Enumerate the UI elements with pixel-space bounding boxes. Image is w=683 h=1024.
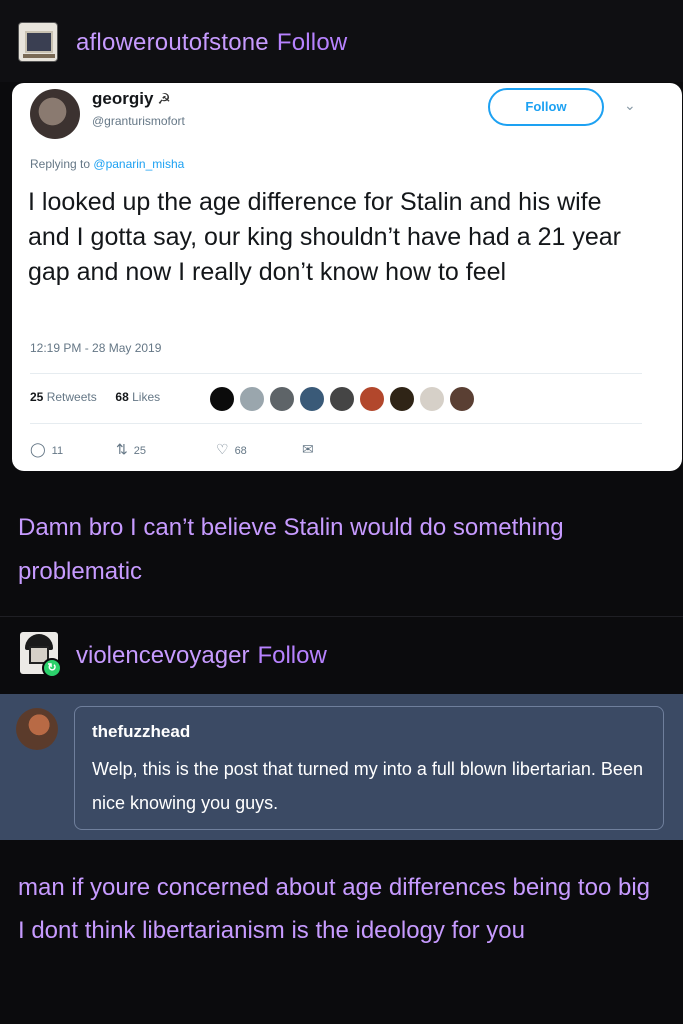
- blog-username-line: afloweroutofstone Follow: [76, 29, 347, 57]
- reply-mention-link[interactable]: @panarin_misha: [93, 157, 184, 171]
- retweet-count: 25: [133, 445, 146, 457]
- reblogger-username-line: violencevoyager Follow: [76, 642, 327, 670]
- blog-avatar[interactable]: [18, 22, 58, 62]
- divider: [0, 616, 683, 617]
- like-action[interactable]: ♡ 68: [216, 441, 247, 458]
- tweet-handle[interactable]: @granturismofort: [92, 114, 185, 128]
- chevron-down-icon[interactable]: ⌄: [624, 97, 636, 114]
- blog-username[interactable]: afloweroutofstone: [76, 29, 269, 56]
- liker-avatar[interactable]: [418, 385, 446, 413]
- replying-to-label: Replying to: [30, 157, 91, 171]
- divider: [30, 373, 642, 374]
- follow-link[interactable]: Follow: [277, 29, 348, 56]
- tweet-text: I looked up the age difference for Stali…: [28, 188, 621, 286]
- tweet-card: georgiy ☭ @granturismofort Follow ⌄ Reply…: [12, 83, 682, 471]
- tweet-stats: 25 Retweets 68 Likes: [30, 390, 160, 404]
- retweet-action[interactable]: ⇅ 25: [116, 441, 146, 458]
- retweet-icon: ⇅: [116, 441, 128, 457]
- mail-icon: ✉: [302, 441, 314, 457]
- reblogger-username[interactable]: violencevoyager: [76, 642, 249, 669]
- replying-to-line: Replying to @panarin_misha: [30, 157, 184, 171]
- post-header: afloweroutofstone Follow: [0, 0, 683, 82]
- reply-icon: ◯: [30, 441, 46, 457]
- divider: [30, 423, 642, 424]
- likes-label[interactable]: Likes: [132, 390, 160, 404]
- tweet-display-name[interactable]: georgiy: [92, 89, 153, 108]
- liker-avatar[interactable]: [448, 385, 476, 413]
- liker-avatar[interactable]: [298, 385, 326, 413]
- reply-count: 11: [51, 445, 64, 457]
- liker-avatar[interactable]: [358, 385, 386, 413]
- post-caption: Damn bro I can’t believe Stalin would do…: [18, 514, 564, 585]
- liker-avatar[interactable]: [238, 385, 266, 413]
- liker-avatar[interactable]: [268, 385, 296, 413]
- quoted-username[interactable]: thefuzzhead: [92, 722, 190, 742]
- liker-avatar[interactable]: [388, 385, 416, 413]
- reblog-icon: ↻: [42, 658, 62, 678]
- heart-icon: ♡: [216, 441, 229, 457]
- retweets-label[interactable]: Retweets: [47, 390, 97, 404]
- reblog-caption: man if youre concerned about age differe…: [18, 874, 650, 944]
- tweet-display-name-line: georgiy ☭: [92, 89, 171, 109]
- tweet-follow-button[interactable]: Follow: [488, 88, 604, 126]
- dm-action[interactable]: ✉: [302, 441, 320, 458]
- retweets-count: 25: [30, 390, 44, 404]
- liker-avatar[interactable]: [208, 385, 236, 413]
- quoted-text: Welp, this is the post that turned my in…: [92, 759, 643, 813]
- avatar-image-base: [23, 54, 55, 58]
- like-count: 68: [234, 445, 247, 457]
- avatar-image-frame: [25, 31, 53, 53]
- reply-action[interactable]: ◯ 11: [30, 441, 63, 458]
- hammer-sickle-icon: ☭: [157, 91, 171, 108]
- tweet-avatar[interactable]: [30, 89, 80, 139]
- tweet-timestamp[interactable]: 12:19 PM - 28 May 2019: [30, 341, 161, 355]
- follow-link[interactable]: Follow: [257, 642, 326, 669]
- liker-avatar[interactable]: [328, 385, 356, 413]
- quoted-user-avatar[interactable]: [16, 708, 58, 750]
- likes-count: 68: [115, 390, 129, 404]
